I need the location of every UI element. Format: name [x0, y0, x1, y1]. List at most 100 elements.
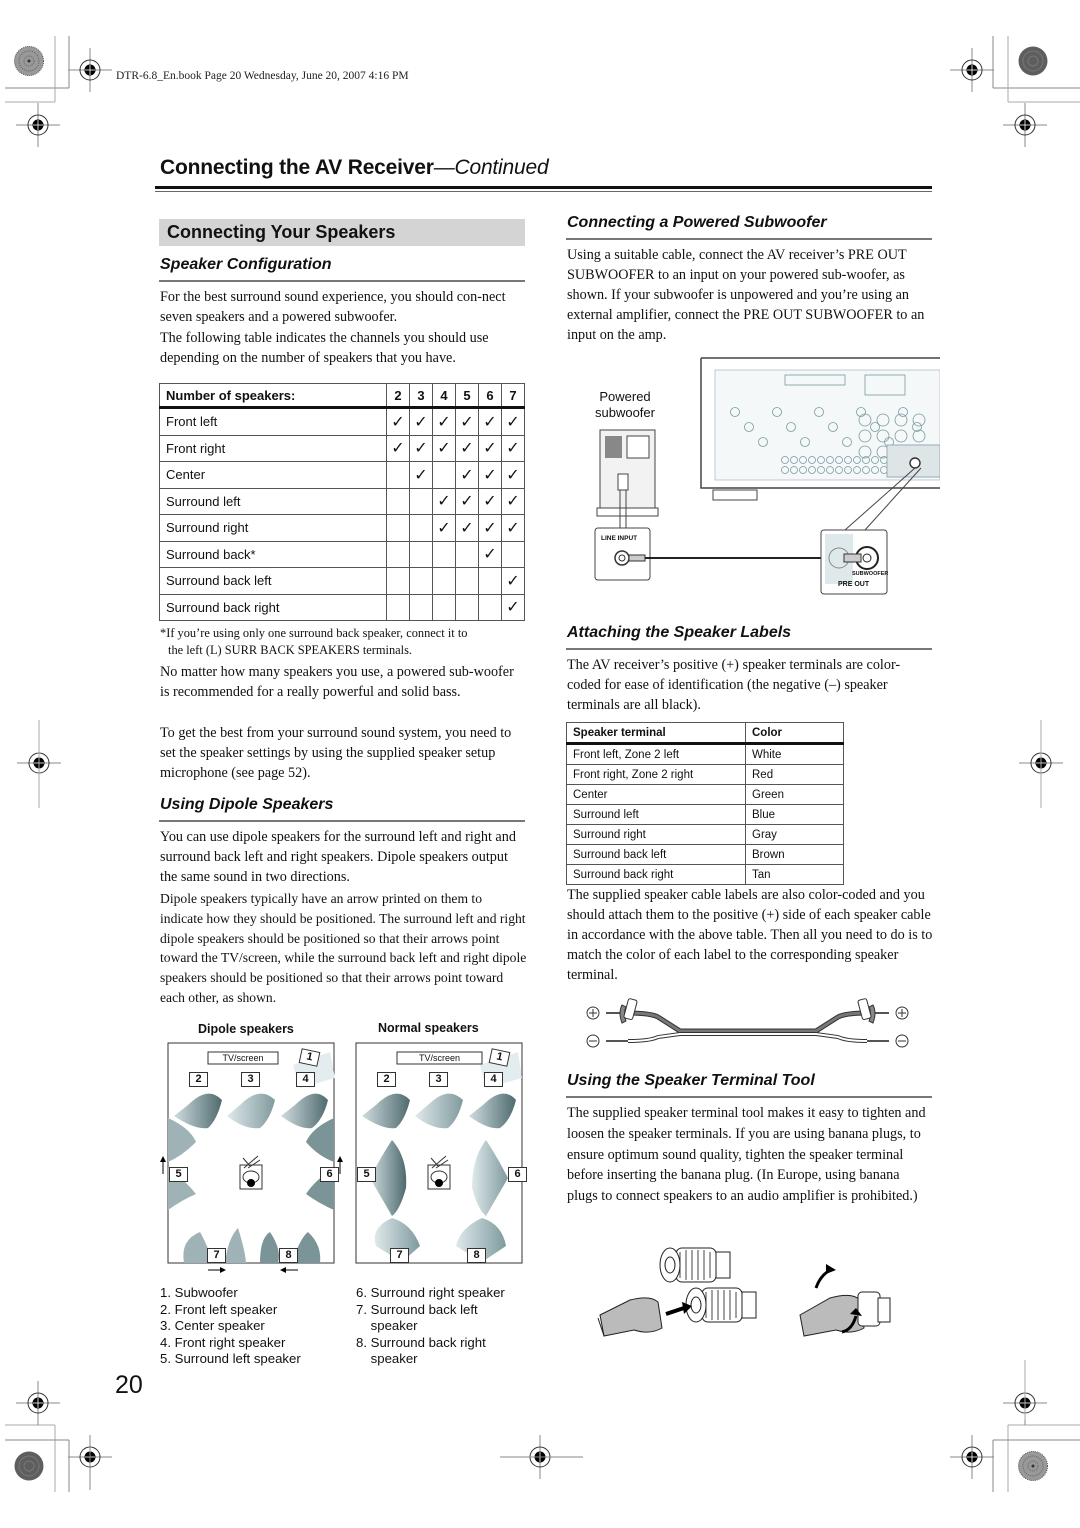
subheading-rule	[566, 648, 932, 650]
legend-item: 2. Front left speaker	[160, 1301, 278, 1317]
speaker-number-box: 3	[241, 1072, 260, 1087]
legend-item: 1. Subwoofer	[160, 1285, 238, 1300]
empty-cell	[455, 567, 479, 595]
legend-item: 3. Center speaker	[160, 1318, 265, 1333]
subwoofer-recommendation: No matter how many speakers you use, a p…	[160, 664, 514, 700]
header-count: 3	[409, 383, 433, 409]
terminal-name: Surround right	[566, 824, 746, 845]
speaker-terminal-knob	[685, 1287, 757, 1323]
channel-label: Surround right	[159, 514, 387, 542]
empty-cell	[409, 514, 433, 542]
speaker-labels-para: The AV receiver’s positive (+) speaker t…	[567, 657, 901, 713]
check-icon: ✓	[455, 514, 479, 542]
page-title: Connecting the AV Receiver—Continued	[160, 156, 549, 180]
powered-subwoofer-icon	[596, 429, 659, 528]
check-icon: ✓	[432, 407, 456, 436]
channel-label: Surround back right	[159, 593, 387, 621]
table-row: Surround left ✓ ✓ ✓ ✓	[159, 487, 525, 515]
empty-cell	[501, 540, 525, 568]
table-row: Front right ✓ ✓ ✓ ✓ ✓ ✓	[159, 434, 525, 462]
legend-item: speaker	[356, 1318, 418, 1333]
dipole-para-1: You can use dipole speakers for the surr…	[160, 829, 516, 885]
subwoofer-para: Using a suitable cable, connect the AV r…	[567, 247, 925, 343]
empty-cell	[432, 540, 456, 568]
terminal-name: Surround back right	[566, 864, 746, 885]
check-icon: ✓	[501, 593, 525, 621]
check-icon: ✓	[455, 487, 479, 515]
footnote-line-2: the left (L) SURR BACK SPEAKERS terminal…	[168, 642, 413, 657]
speaker-number-box: 6	[508, 1167, 527, 1182]
empty-cell	[386, 461, 410, 489]
diagram-legend-right: 6. Surround right speaker 7. Surround bac…	[356, 1285, 505, 1368]
terminal-tool-heading: Using the Speaker Terminal Tool	[567, 1072, 815, 1089]
header-color: Color	[745, 722, 844, 745]
title-rule	[155, 186, 932, 189]
empty-cell	[409, 487, 433, 515]
check-icon: ✓	[432, 514, 456, 542]
dipole-para-2: Dipole speakers typically have an arrow …	[160, 891, 527, 1005]
subheading-rule	[159, 280, 525, 282]
check-icon: ✓	[501, 514, 525, 542]
speaker-config-para-2: The following table indicates the channe…	[160, 330, 489, 366]
table-row: Center ✓ ✓ ✓ ✓	[159, 461, 525, 489]
legend-item: 8. Surround back right	[356, 1334, 486, 1350]
speaker-number-box: 2	[377, 1072, 396, 1087]
speaker-number-box: 7	[207, 1248, 226, 1263]
table-row: Surround left Blue	[566, 804, 844, 825]
starburst-mark-top-left	[14, 46, 44, 76]
table-header-row: Speaker terminal Color	[566, 722, 844, 745]
header-label: Number of speakers:	[159, 383, 387, 409]
speaker-number-box: 6	[320, 1167, 339, 1182]
table-row: Front left ✓ ✓ ✓ ✓ ✓ ✓	[159, 407, 525, 436]
terminal-tool-illustration	[597, 1247, 891, 1337]
title-rule-thin	[155, 191, 932, 192]
check-icon: ✓	[478, 514, 502, 542]
subheading-rule	[159, 820, 525, 822]
terminal-name: Surround left	[566, 804, 746, 825]
check-icon: ✓	[478, 434, 502, 462]
surround-back-footnote: *If you’re using only one surround back …	[160, 625, 530, 658]
table-row: Surround back left ✓	[159, 567, 525, 595]
subheading-rule	[566, 1096, 932, 1098]
channel-label: Surround back left	[159, 567, 387, 595]
terminal-color: Green	[745, 784, 844, 805]
empty-cell	[409, 593, 433, 621]
speaker-number-box: 8	[467, 1248, 486, 1263]
table-row: Surround back right ✓	[159, 593, 525, 621]
terminal-color: Tan	[745, 864, 844, 885]
speaker-number-box: 3	[429, 1072, 448, 1087]
terminal-color: White	[745, 743, 844, 765]
speaker-number-box: 2	[189, 1072, 208, 1087]
speaker-config-para-1: For the best surround sound experience, …	[160, 289, 506, 325]
check-icon: ✓	[501, 434, 525, 462]
page-title-continued: —Continued	[433, 156, 549, 179]
terminal-name: Surround back left	[566, 844, 746, 865]
empty-cell	[432, 567, 456, 595]
empty-cell	[432, 461, 456, 489]
terminal-tool-para: The supplied speaker terminal tool makes…	[567, 1105, 926, 1205]
legend-item: 5. Surround left speaker	[160, 1351, 301, 1366]
starburst-mark-bottom-right	[1018, 1451, 1048, 1481]
terminal-tool	[597, 1297, 663, 1337]
check-icon: ✓	[455, 461, 479, 489]
speaker-number-box: 4	[484, 1072, 503, 1087]
terminal-color-table: Speaker terminal Color Front left, Zone 2 …	[566, 722, 844, 885]
section-heading: Connecting Your Speakers	[167, 222, 396, 242]
speaker-configuration-heading: Speaker Configuration	[160, 256, 332, 273]
powered-subwoofer-label: Powered subwoofer	[585, 389, 665, 421]
receiver-rear-panel	[700, 357, 940, 501]
cable-labels-para: The supplied speaker cable labels are al…	[567, 887, 933, 983]
empty-cell	[386, 540, 410, 568]
legend-item: 7. Surround back left	[356, 1301, 478, 1317]
terminal-color: Blue	[745, 804, 844, 825]
pre-out-label: PRE OUT	[838, 581, 870, 588]
page-number: 20	[115, 1371, 143, 1399]
speaker-config-intro: For the best surround sound experience, …	[160, 287, 526, 368]
terminal-name: Center	[566, 784, 746, 805]
tv-screen-label: TV/screen	[418, 1053, 460, 1063]
table-row: Surround back right Tan	[566, 864, 844, 885]
subwoofer-jack-label: SUBWOOFER	[852, 571, 889, 577]
terminal-name: Front left, Zone 2 left	[566, 743, 746, 765]
speaker-number-box: 5	[357, 1167, 376, 1182]
check-icon: ✓	[501, 407, 525, 436]
